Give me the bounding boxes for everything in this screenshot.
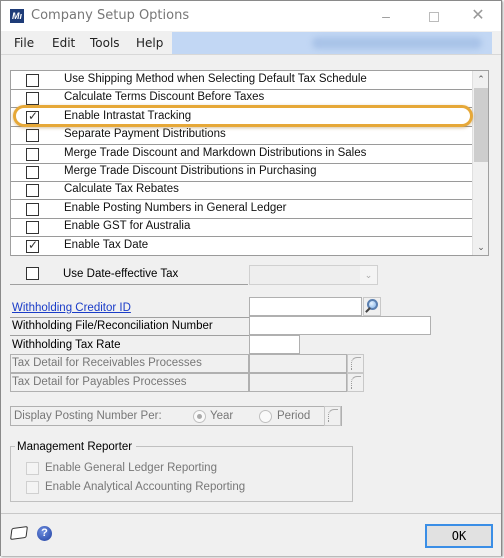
options-scrollbar[interactable]: ⌃ ⌄ [472,71,488,255]
ok-button[interactable]: OK [425,524,493,548]
management-reporter-group: Enable General Ledger Reporting Enable A… [10,446,353,502]
options-list[interactable]: ✓ Enable Tax Date Enable GST for Australia… [10,70,489,256]
option-label: Enable Intrastat Tracking [64,109,192,122]
scroll-up-button[interactable]: ⌃ [473,71,489,87]
company-setup-options-window: Mı Company Setup Options – ✕ File Edit T… [0,0,502,556]
option-checkbox[interactable] [26,221,39,235]
blurred-company-info [172,32,492,54]
tax-detail-receivables-input[interactable] [249,354,347,373]
checkmark-icon: ✓ [28,237,39,252]
withholding-tax-rate-label: Withholding Tax Rate [12,339,121,351]
option-row[interactable]: Merge Trade Discount Distributions in Pu… [11,163,473,182]
close-button[interactable]: ✕ [463,5,493,27]
option-row[interactable]: Enable Posting Numbers in General Ledger [11,200,473,219]
chevron-down-icon[interactable]: ⌄ [360,266,377,284]
minimize-button[interactable]: – [371,5,401,27]
window-title: Company Setup Options [31,8,190,23]
posting-number-expand-button[interactable] [324,406,341,426]
expand-icon [351,376,361,389]
option-row[interactable]: ✓ Enable Tax Date [11,237,473,256]
expand-icon [351,357,361,370]
option-row[interactable]: Use Shipping Method when Selecting Defau… [11,71,473,90]
posting-number-group: Display Posting Number Per: Year Period [10,406,342,426]
note-icon[interactable] [10,525,28,541]
gl-reporting-checkbox[interactable] [26,462,39,475]
lookup-button[interactable] [363,297,381,316]
option-label: Enable Posting Numbers in General Ledger [64,201,287,214]
help-icon[interactable]: ? [37,526,52,541]
option-label: Merge Trade Discount and Markdown Distri… [64,146,367,159]
option-checkbox[interactable] [26,74,39,87]
date-effective-tax-dropdown[interactable]: ⌄ [249,265,378,285]
option-row[interactable]: Enable GST for Australia [11,218,473,238]
option-checkbox[interactable]: ✓ [26,108,39,124]
menu-bar: File Edit Tools Help [1,31,501,55]
posting-number-label: Display Posting Number Per: [14,410,162,422]
menu-edit[interactable]: Edit [52,36,75,50]
checkmark-icon: ✓ [28,108,39,123]
withholding-file-number-input[interactable] [249,316,431,335]
date-effective-tax-row: Use Date-effective Tax [10,264,248,285]
scroll-thumb[interactable] [474,88,488,162]
option-row[interactable]: Calculate Tax Rebates [11,181,473,201]
menu-tools[interactable]: Tools [90,36,120,50]
management-reporter-title: Management Reporter [15,441,137,453]
tax-detail-payables-input[interactable] [249,373,347,392]
radio-year-label: Year [210,410,234,422]
option-label: Enable GST for Australia [64,220,191,233]
option-label: Merge Trade Discount Distributions in Pu… [64,165,317,177]
option-checkbox[interactable] [26,92,39,106]
menu-help[interactable]: Help [136,36,163,50]
date-effective-tax-checkbox[interactable] [26,267,39,280]
tax-detail-payables-expand-button[interactable] [347,373,364,392]
option-row[interactable]: Merge Trade Discount and Markdown Distri… [11,145,473,164]
radio-year[interactable] [193,410,206,423]
option-checkbox[interactable]: ✓ [26,237,39,253]
withholding-creditor-id-input[interactable] [249,297,362,316]
menu-file[interactable]: File [14,36,34,50]
aa-reporting-label: Enable Analytical Accounting Reporting [45,481,246,493]
gl-reporting-label: Enable General Ledger Reporting [45,462,217,474]
withholding-tax-rate-input[interactable] [249,335,300,354]
dynamics-gp-logo-icon: Mı [10,9,24,23]
maximize-button[interactable] [419,5,449,27]
maximize-icon [429,12,439,23]
tax-detail-payables-label: Tax Detail for Payables Processes [12,376,187,388]
option-label: Use Shipping Method when Selecting Defau… [64,73,367,85]
option-checkbox[interactable] [26,166,39,179]
option-checkbox[interactable] [26,129,39,143]
option-checkbox[interactable] [26,147,39,161]
radio-period[interactable] [259,410,272,423]
option-checkbox[interactable] [26,184,39,198]
option-row[interactable]: Separate Payment Distributions [11,126,473,146]
option-label: Calculate Tax Rebates [64,183,179,196]
option-label: Calculate Terms Discount Before Taxes [64,91,265,104]
title-bar: Mı Company Setup Options – ✕ [1,1,501,31]
aa-reporting-checkbox[interactable] [26,481,39,494]
scroll-down-button[interactable]: ⌄ [473,239,489,255]
withholding-creditor-id-link[interactable]: Withholding Creditor ID [12,302,131,314]
radio-period-label: Period [277,410,311,422]
footer-bar: ? OK [1,514,501,556]
date-effective-tax-label: Use Date-effective Tax [63,268,179,280]
option-row[interactable]: Calculate Terms Discount Before Taxes [11,89,473,109]
option-label: Separate Payment Distributions [64,128,226,141]
tax-detail-receivables-expand-button[interactable] [347,354,364,373]
expand-icon [328,409,338,422]
option-label: Enable Tax Date [64,238,149,251]
withholding-file-number-label: Withholding File/Reconciliation Number [12,320,213,332]
tax-detail-receivables-label: Tax Detail for Receivables Processes [12,357,202,369]
option-row[interactable]: ✓ Enable Intrastat Tracking [11,108,473,127]
option-checkbox[interactable] [26,202,39,216]
